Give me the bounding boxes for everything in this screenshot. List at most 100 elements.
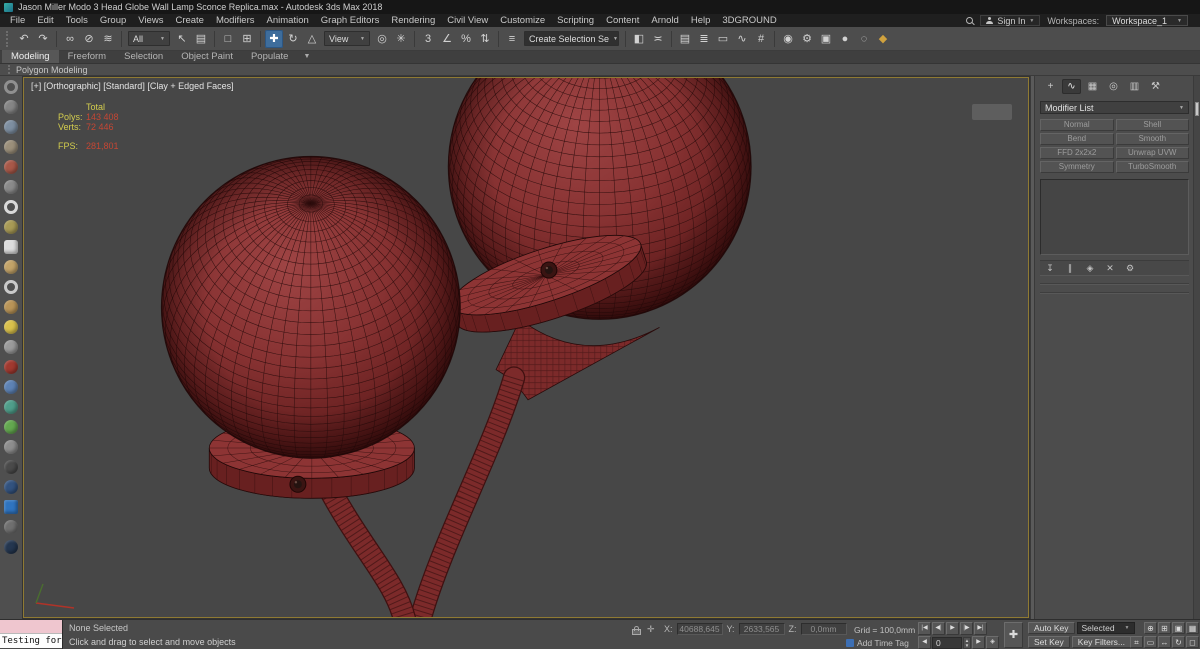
utilities-tab[interactable]: ⚒ [1146, 79, 1165, 94]
left-toolbar-icon[interactable] [4, 120, 18, 134]
modifier-button[interactable]: FFD 2x2x2 [1040, 147, 1114, 159]
menu-item[interactable]: Group [94, 14, 132, 27]
toggle-layer-explorer-button[interactable]: ≣ [695, 30, 713, 48]
select-and-link-button[interactable]: ∞ [61, 30, 79, 48]
left-toolbar-icon[interactable] [4, 440, 18, 454]
tab-object-paint[interactable]: Object Paint [172, 50, 242, 63]
rendered-frame-window-button[interactable]: ▣ [817, 30, 835, 48]
menu-item[interactable]: Edit [31, 14, 59, 27]
render-setup-button[interactable]: ⚙ [798, 30, 816, 48]
left-toolbar-icon[interactable] [4, 100, 18, 114]
modifier-stack[interactable] [1040, 179, 1189, 255]
menu-item[interactable]: Tools [60, 14, 94, 27]
zoom-region-button[interactable]: ▭ [1144, 636, 1157, 648]
panel-scrollbar[interactable] [1193, 76, 1200, 619]
menu-item[interactable]: Animation [261, 14, 315, 27]
zoom-extents-button[interactable]: ▣ [1172, 622, 1185, 634]
modifier-button[interactable]: Shell [1115, 119, 1189, 131]
select-and-manipulate-button[interactable]: ✳ [392, 30, 410, 48]
left-toolbar-icon[interactable] [4, 460, 18, 474]
left-toolbar-icon[interactable] [4, 160, 18, 174]
modifier-button[interactable]: TurboSmooth [1115, 161, 1189, 173]
left-toolbar-icon[interactable] [4, 360, 18, 374]
align-button[interactable]: ≍ [649, 30, 667, 48]
redo-button[interactable]: ↷ [34, 30, 52, 48]
key-selection-dropdown[interactable]: Selected ▼ [1076, 622, 1135, 634]
spinner-snap-toggle[interactable]: ⇅ [476, 30, 494, 48]
left-toolbar-icon[interactable] [4, 380, 18, 394]
set-key-button[interactable]: Set Key [1028, 636, 1070, 648]
left-toolbar-icon[interactable] [4, 140, 18, 154]
render-production-button[interactable]: ● [836, 30, 854, 48]
left-toolbar-icon[interactable] [4, 240, 18, 254]
scrollbar-thumb[interactable] [1195, 102, 1199, 116]
create-tab[interactable]: + [1041, 79, 1060, 94]
previous-key-button[interactable]: ◀ [918, 636, 931, 649]
toggle-ribbon-button[interactable]: ▭ [714, 30, 732, 48]
play-button[interactable]: ▶ [946, 622, 959, 635]
use-pivot-point-button[interactable]: ◎ [373, 30, 391, 48]
configure-modifier-sets-icon[interactable]: ⚙ [1123, 262, 1137, 274]
undo-button[interactable]: ↶ [15, 30, 33, 48]
search-icon[interactable] [966, 17, 974, 24]
snaps-toggle[interactable]: 3 [419, 30, 437, 48]
named-selection-sets-dropdown[interactable]: Create Selection Se ▼ [524, 31, 619, 46]
tab-freeform[interactable]: Freeform [59, 50, 116, 63]
selection-filter-dropdown[interactable]: All ▼ [128, 31, 170, 46]
select-and-rotate-button[interactable]: ↻ [284, 30, 302, 48]
rectangular-selection-region-button[interactable]: □ [219, 30, 237, 48]
left-toolbar-icon[interactable] [4, 80, 18, 94]
frame-spinner[interactable]: ▲ ▼ [963, 636, 971, 649]
left-toolbar-icon[interactable] [4, 320, 18, 334]
left-toolbar-icon[interactable] [4, 180, 18, 194]
key-filters-button[interactable]: Key Filters... [1071, 636, 1132, 648]
add-time-tag[interactable]: Add Time Tag [846, 638, 909, 648]
motion-tab[interactable]: ◎ [1104, 79, 1123, 94]
menu-item[interactable]: Rendering [385, 14, 441, 27]
viewcube-placeholder[interactable] [972, 104, 1012, 120]
menu-item[interactable]: Views [132, 14, 169, 27]
listener-line[interactable]: Testing for i [0, 634, 62, 648]
z-coordinate-field[interactable]: 0,0mm [800, 623, 847, 635]
zoom-all-button[interactable]: ⊞ [1158, 622, 1171, 634]
next-key-button[interactable]: ▶ [972, 636, 985, 649]
plugin-render-button[interactable]: ◆ [874, 30, 892, 48]
next-frame-button[interactable]: |▶ [960, 622, 973, 635]
modifier-button[interactable]: Symmetry [1040, 161, 1114, 173]
material-editor-button[interactable]: ◉ [779, 30, 797, 48]
ribbon-config-arrow-icon[interactable]: ▼ [303, 50, 310, 63]
select-and-move-button[interactable]: ✚ [265, 29, 283, 48]
toggle-scene-explorer-button[interactable]: ▤ [676, 30, 694, 48]
menu-item[interactable]: Graph Editors [315, 14, 386, 27]
left-toolbar-icon[interactable] [4, 200, 18, 214]
tab-populate[interactable]: Populate [242, 50, 298, 63]
menu-item[interactable]: Modifiers [210, 14, 261, 27]
auto-key-button[interactable]: Auto Key [1028, 622, 1075, 634]
left-toolbar-icon[interactable] [4, 220, 18, 234]
workspace-dropdown[interactable]: Workspace_1 ▼ [1106, 15, 1188, 26]
left-toolbar-icon[interactable] [4, 420, 18, 434]
select-and-scale-button[interactable]: △ [303, 30, 321, 48]
make-unique-icon[interactable]: ◈ [1083, 262, 1097, 274]
menu-item[interactable]: File [4, 14, 31, 27]
orbit-button[interactable]: ↻ [1172, 636, 1185, 648]
mirror-button[interactable]: ◧ [630, 30, 648, 48]
keyboard-shortcut-override-icon[interactable]: ⌗ [1130, 636, 1143, 648]
left-toolbar-icon[interactable] [4, 520, 18, 534]
left-toolbar-icon[interactable] [4, 480, 18, 494]
sign-in-dropdown[interactable]: Sign In ▼ [980, 15, 1041, 26]
menu-item[interactable]: Content [600, 14, 645, 27]
edit-named-selection-sets-button[interactable]: ≡ [503, 30, 521, 48]
window-crossing-toggle[interactable]: ⊞ [238, 30, 256, 48]
left-toolbar-icon[interactable] [4, 280, 18, 294]
zoom-extents-all-button[interactable]: ▦ [1186, 622, 1199, 634]
reference-coordinate-system-dropdown[interactable]: View ▼ [324, 31, 370, 46]
set-keys-button[interactable]: ✚ [1004, 622, 1023, 648]
left-toolbar-icon[interactable] [4, 300, 18, 314]
percent-snap-toggle[interactable]: % [457, 30, 475, 48]
absolute-mode-icon[interactable]: ✛ [647, 624, 655, 635]
menu-item[interactable]: Arnold [645, 14, 684, 27]
tab-selection[interactable]: Selection [115, 50, 172, 63]
menu-item[interactable]: Help [685, 14, 717, 27]
modify-tab[interactable]: ∿ [1062, 79, 1081, 94]
